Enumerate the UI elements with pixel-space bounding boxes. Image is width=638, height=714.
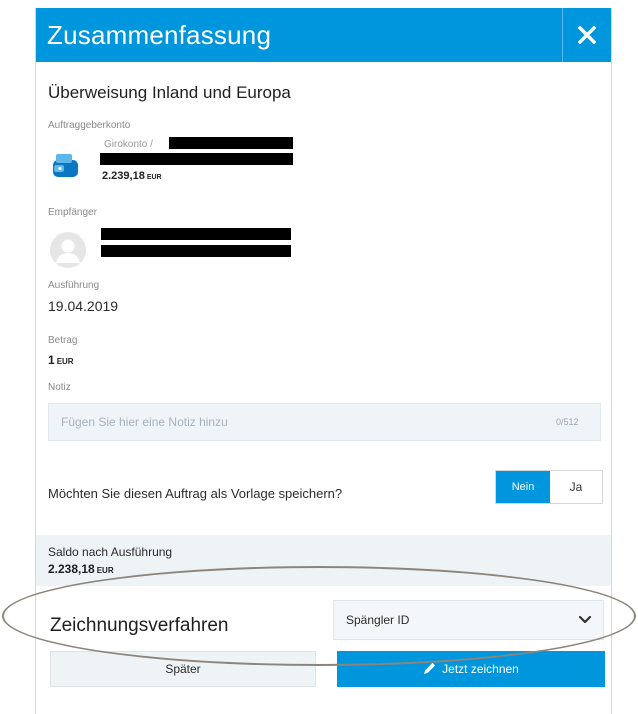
balance-after-value: 2.238,18 EUR [48, 562, 114, 576]
pen-icon [424, 662, 436, 674]
sender-balance: 2.239,18 EUR [102, 170, 162, 182]
redaction-bar [169, 137, 293, 149]
signing-method-value: Spängler ID [346, 613, 410, 627]
redaction-bar [101, 245, 291, 257]
close-icon [578, 26, 596, 44]
transfer-type-heading: Überweisung Inland und Europa [48, 83, 291, 102]
sender-account-name: Girokonto / [104, 139, 153, 150]
sender-balance-amount: 2.239,18 [102, 170, 145, 182]
execution-date: 19.04.2019 [48, 298, 119, 314]
close-button[interactable] [563, 8, 611, 62]
template-no-button[interactable]: Nein [496, 471, 550, 503]
signing-method-select[interactable]: Spängler ID [333, 600, 604, 640]
summary-dialog: Zusammenfassung Überweisung Inland und E… [35, 8, 612, 714]
sender-balance-currency: EUR [146, 174, 162, 181]
template-yes-button[interactable]: Ja [550, 471, 602, 503]
note-label: Notiz [48, 382, 71, 393]
later-button[interactable]: Später [50, 651, 316, 687]
amount-value: 1 EUR [48, 353, 74, 367]
dialog-title: Zusammenfassung [47, 20, 272, 50]
save-template-toggle: Nein Ja [495, 470, 603, 504]
sign-now-button[interactable]: Jetzt zeichnen [337, 651, 605, 687]
signing-method-label: Zeichnungsverfahren [50, 615, 229, 636]
chevron-down-icon [578, 615, 592, 624]
balance-after-currency: EUR [96, 566, 114, 575]
recipient-label: Empfänger [48, 207, 97, 218]
balance-after-panel: Saldo nach Ausführung 2.238,18 EUR [36, 535, 611, 586]
redaction-bar [101, 228, 291, 240]
balance-after-amount: 2.238,18 [48, 562, 95, 576]
redaction-bar [100, 153, 293, 165]
sender-account-label: Auftraggeberkonto [48, 120, 131, 131]
execution-label: Ausführung [48, 280, 100, 291]
amount-label: Betrag [48, 335, 78, 346]
wallet-icon [51, 151, 81, 181]
amount-currency: EUR [56, 357, 74, 366]
balance-after-label: Saldo nach Ausführung [48, 545, 173, 559]
save-template-question: Möchten Sie diesen Auftrag als Vorlage s… [48, 486, 343, 501]
sign-now-label: Jetzt zeichnen [442, 662, 519, 676]
note-input[interactable] [48, 403, 601, 441]
amount-number: 1 [48, 353, 55, 367]
avatar-icon [50, 232, 86, 268]
dialog-header: Zusammenfassung [36, 8, 611, 62]
recipient-avatar [50, 232, 86, 268]
note-char-counter: 0/512 [556, 417, 579, 427]
